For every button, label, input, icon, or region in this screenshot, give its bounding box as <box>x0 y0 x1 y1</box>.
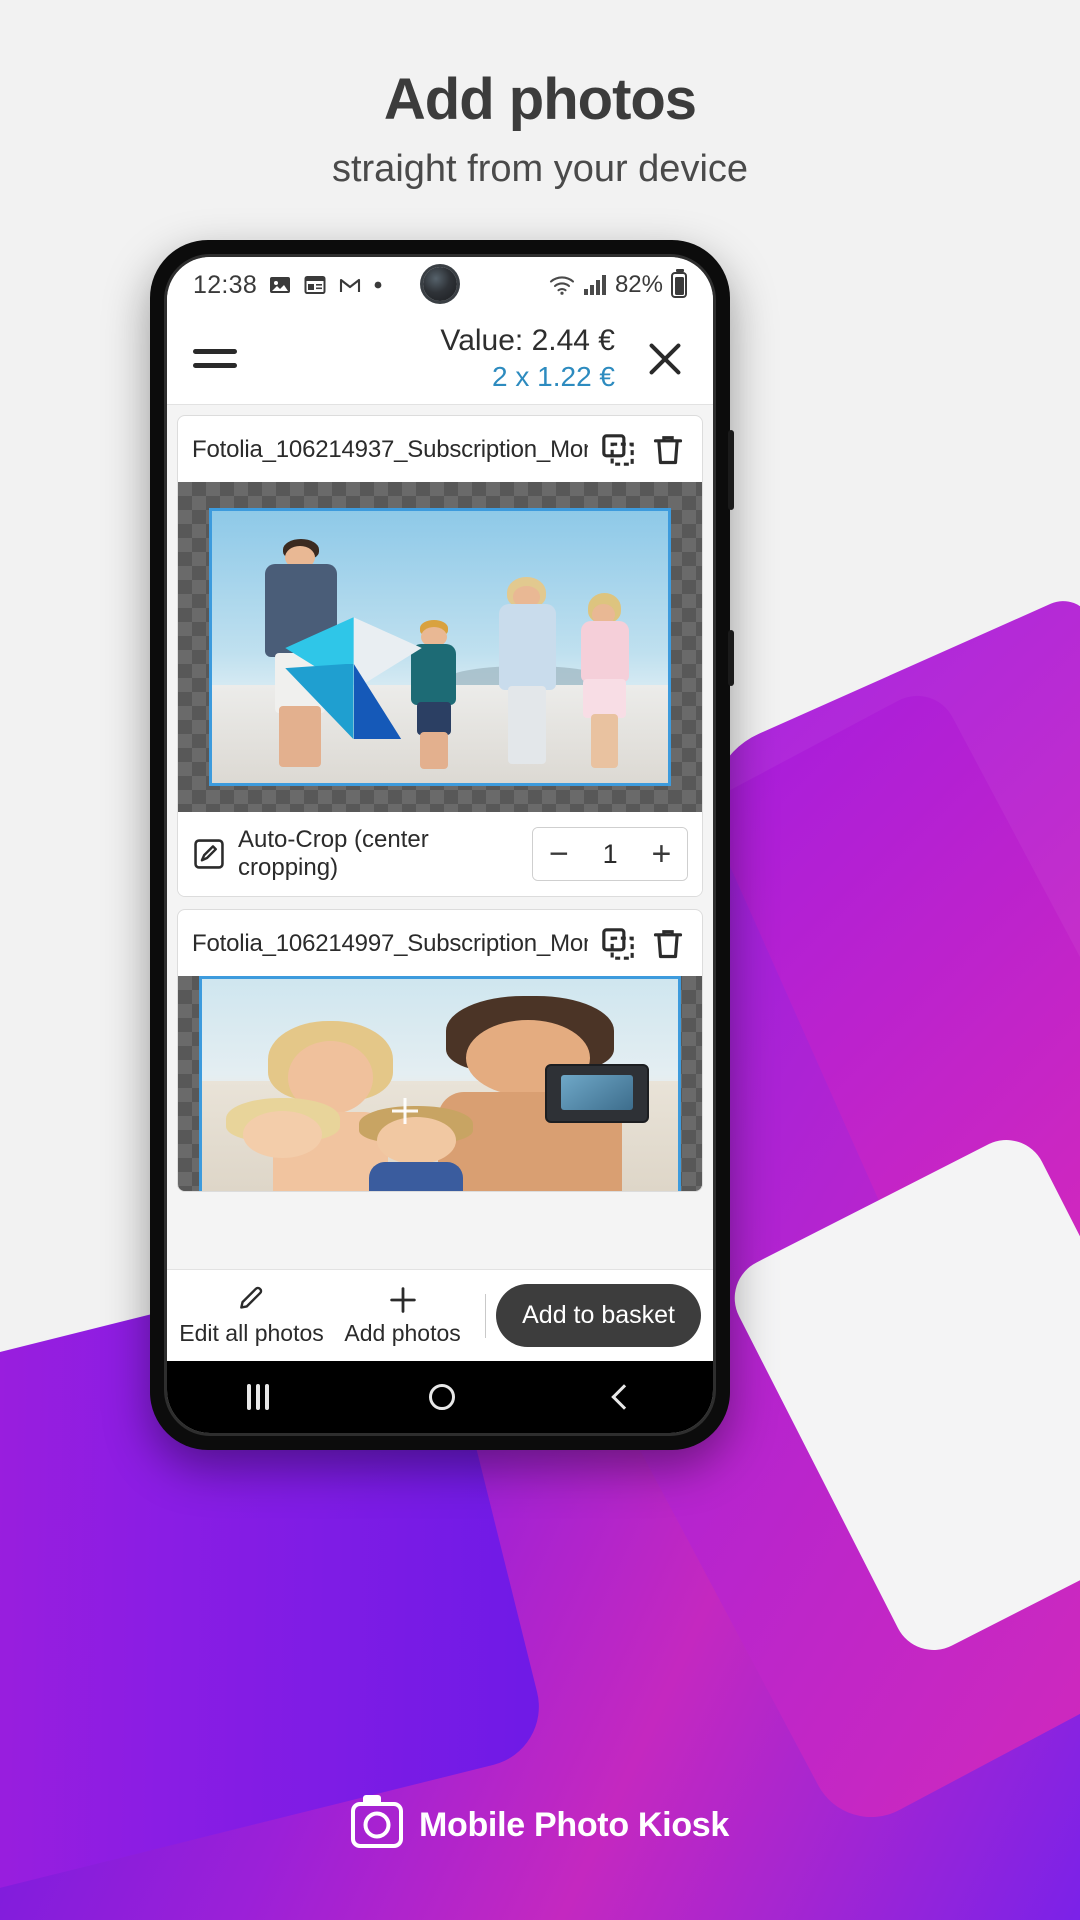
status-time: 12:38 <box>193 270 258 299</box>
status-bar-right: 82% <box>549 269 687 299</box>
add-photos-button[interactable]: Add photos <box>330 1284 475 1347</box>
photo-card[interactable]: Fotolia_106214937_Subscription_Monthly_M… <box>177 415 703 897</box>
photo-card-header: Fotolia_106214997_Subscription_Monthly_M… <box>178 910 702 976</box>
toolbar-divider <box>485 1293 487 1338</box>
head <box>243 1111 323 1159</box>
kite-panel <box>353 617 422 691</box>
page-title: Add photos <box>383 67 697 132</box>
add-photos-label: Add photos <box>344 1320 461 1346</box>
brand-footer: Mobile Photo Kiosk <box>0 1795 1080 1848</box>
battery-percentage: 82% <box>614 271 663 298</box>
duplicate-icon[interactable] <box>598 430 638 470</box>
gmail-icon <box>338 273 362 297</box>
torso <box>580 621 629 683</box>
shins <box>419 732 449 769</box>
edit-all-photos-label: Edit all photos <box>179 1320 324 1346</box>
hamburger-line <box>193 363 237 368</box>
hamburger-line <box>193 349 237 354</box>
page-subtitle: straight from your device <box>331 147 749 190</box>
crop-mode-label: Auto-Crop (center cropping) <box>238 826 429 881</box>
photo-card-header: Fotolia_106214937_Subscription_Monthly_M… <box>178 416 702 482</box>
brand-name: Mobile Photo Kiosk <box>418 1805 730 1844</box>
quantity-stepper[interactable]: − 1 + <box>532 827 688 881</box>
order-value-total: Value: 2.44 € <box>440 324 615 358</box>
plus-icon <box>387 1284 419 1316</box>
edit-pencil-icon[interactable] <box>192 837 226 871</box>
order-value-breakdown: 2 x 1.22 € <box>492 360 615 392</box>
trash-icon[interactable] <box>648 924 688 964</box>
phone-power-button <box>728 630 734 686</box>
crop-frame <box>198 976 682 1191</box>
hamburger-menu-icon[interactable] <box>193 349 237 368</box>
decrease-quantity-button[interactable]: − <box>533 828 585 880</box>
bottom-toolbar: Edit all photos Add photos Add to basket <box>167 1269 713 1361</box>
phone-screen: 12:38 82% Value: 2.44 € 2 x 1.22 € Fotol… <box>167 257 713 1433</box>
photo-image-beach-kite-family <box>212 511 668 783</box>
phone-volume-button <box>728 430 734 510</box>
kite-panel <box>285 663 354 740</box>
phone-bezel: 12:38 82% Value: 2.44 € 2 x 1.22 € Fotol… <box>164 254 716 1436</box>
calendar-icon <box>303 273 327 297</box>
person-child-girl <box>221 1097 345 1191</box>
dot-icon <box>373 280 383 290</box>
status-bar: 12:38 82% <box>167 257 713 313</box>
phone-mockup: 12:38 82% Value: 2.44 € 2 x 1.22 € Fotol… <box>150 240 734 1450</box>
photo-image-beach-selfie-family <box>201 979 679 1191</box>
app-header: Value: 2.44 € 2 x 1.22 € <box>167 313 713 405</box>
photo-filename: Fotolia_106214937_Subscription_Monthly_M… <box>192 436 588 463</box>
edit-all-photos-button[interactable]: Edit all photos <box>179 1284 324 1347</box>
legs <box>583 678 626 719</box>
wifi-icon <box>549 274 575 296</box>
trash-icon[interactable] <box>648 430 688 470</box>
cellular-signal-icon <box>583 274 607 296</box>
photo-kiosk-logo-icon <box>350 1795 403 1848</box>
status-bar-left: 12:38 <box>193 271 383 300</box>
camera-object <box>544 1063 650 1124</box>
legs <box>508 685 547 764</box>
home-icon[interactable] <box>429 1384 455 1410</box>
crop-center-crosshair-icon <box>392 1098 418 1124</box>
legs <box>416 701 451 736</box>
recents-icon[interactable] <box>247 1384 269 1410</box>
kite <box>285 617 422 740</box>
edit-pencil-icon <box>236 1284 268 1316</box>
shins <box>590 714 619 769</box>
promo-text-block: Add photos straight from your device <box>0 0 1080 191</box>
gallery-icon <box>268 273 292 297</box>
head <box>376 1117 456 1164</box>
crop-frame <box>209 508 671 786</box>
photo-filename: Fotolia_106214997_Subscription_Monthly_M… <box>192 930 588 957</box>
photo-list[interactable]: Fotolia_106214937_Subscription_Monthly_M… <box>167 405 713 1269</box>
increase-quantity-button[interactable]: + <box>635 828 687 880</box>
battery-icon <box>671 269 687 298</box>
back-icon[interactable] <box>611 1384 637 1410</box>
photo-card[interactable]: Fotolia_106214997_Subscription_Monthly_M… <box>177 909 703 1192</box>
shirt <box>369 1162 464 1191</box>
close-icon[interactable] <box>643 337 687 381</box>
torso <box>498 603 556 690</box>
quantity-value: 1 <box>602 838 618 869</box>
crop-settings-row: Auto-Crop (center cropping) − 1 + <box>178 812 702 896</box>
photo-preview[interactable] <box>178 482 702 812</box>
photo-preview[interactable] <box>178 976 702 1191</box>
person-mom <box>486 576 568 772</box>
add-to-basket-button[interactable]: Add to basket <box>496 1284 702 1347</box>
person-girl <box>567 592 640 772</box>
duplicate-icon[interactable] <box>598 924 638 964</box>
android-navigation-bar <box>167 1361 713 1433</box>
front-camera-punch-hole <box>423 267 457 301</box>
order-value-block: Value: 2.44 € 2 x 1.22 € <box>440 323 615 394</box>
